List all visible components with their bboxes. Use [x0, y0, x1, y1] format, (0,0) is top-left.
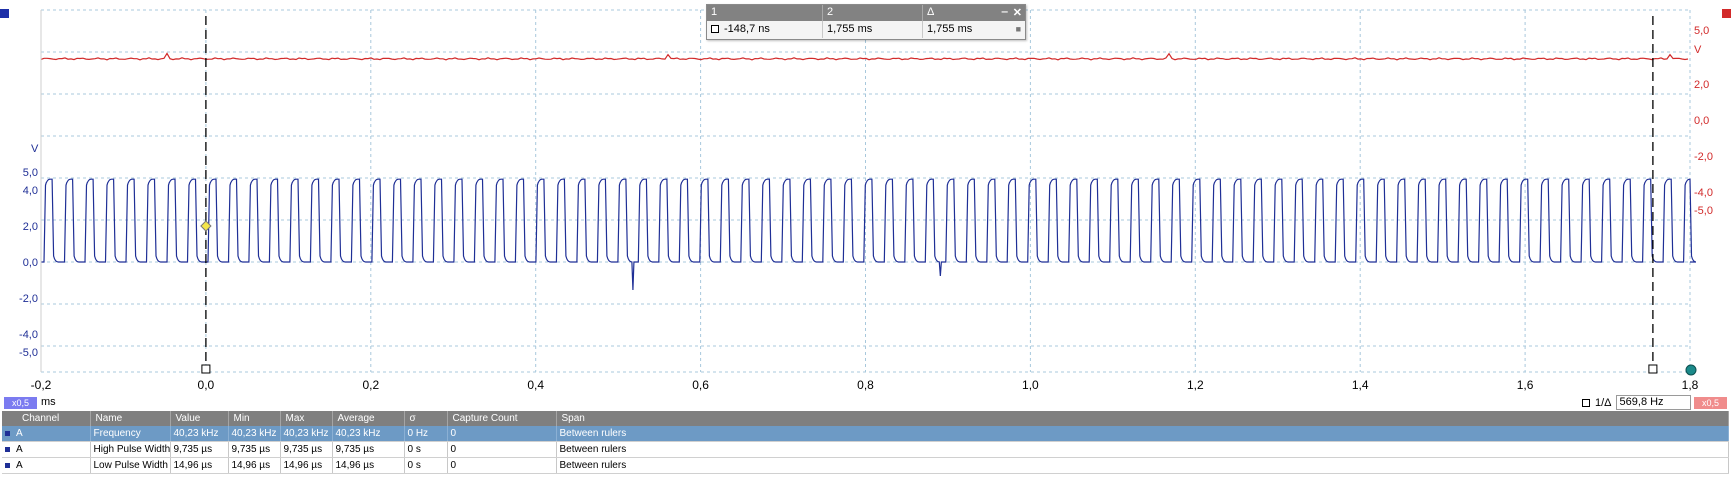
table-row[interactable]: A Frequency 40,23 kHz 40,23 kHz 40,23 kH… [2, 426, 1729, 442]
right-y-tick-label: -2,0 [1694, 151, 1713, 163]
x-tick-label: 1,2 [1187, 378, 1204, 392]
left-y-tick-label: -4,0 [19, 329, 38, 341]
x-tick-label: 1,6 [1517, 378, 1534, 392]
channel-color-icon [5, 446, 10, 452]
right-scale-chip[interactable]: x0,5 [1694, 397, 1727, 409]
row-sigma: 0 s [404, 441, 448, 458]
row-min: 9,735 µs [228, 441, 281, 458]
ruler-1-header: 1 [707, 5, 823, 21]
ruler-delta-value: 1,755 ms [927, 23, 973, 35]
x-tick-label: 0,4 [527, 378, 544, 392]
column-header-sigma[interactable]: σ [404, 411, 448, 426]
x-tick-label: 1,8 [1682, 378, 1699, 392]
column-header-max[interactable]: Max [280, 411, 333, 426]
row-min: 40,23 kHz [228, 426, 281, 442]
row-max: 9,735 µs [280, 441, 333, 458]
x-tick-label: 1,0 [1022, 378, 1039, 392]
ruler-delta-value-cell: 1,755 ms ■ [923, 21, 1025, 38]
row-channel-cell: A [2, 426, 91, 442]
frequency-readout-value: 569,8 Hz [1615, 395, 1691, 410]
row-channel-cell: A [2, 441, 91, 458]
row-average: 40,23 kHz [332, 426, 405, 442]
column-header-channel[interactable]: Channel [2, 411, 91, 426]
row-name: High Pulse Width [90, 441, 171, 458]
left-y-tick-label: 5,0 [23, 167, 38, 179]
ruler-2-header: 2 [823, 5, 923, 21]
ruler-handle-1 [201, 364, 211, 374]
left-channel-marker[interactable] [0, 9, 9, 18]
column-header-average[interactable]: Average [332, 411, 405, 426]
column-header-min[interactable]: Min [228, 411, 281, 426]
frequency-readout: 1/Δ 569,8 Hz [1582, 395, 1691, 410]
square-icon [1582, 398, 1590, 407]
minimize-icon[interactable]: ‒ [1002, 6, 1008, 21]
row-name: Low Pulse Width [90, 457, 171, 474]
left-y-tick-label: 0,0 [23, 257, 38, 269]
measurements-table[interactable]: Channel Name Value Min Max Average σ Cap… [2, 411, 1729, 474]
ruler-handle-2 [1648, 364, 1658, 374]
row-value: 14,96 µs [170, 457, 229, 474]
left-y-tick-label: -5,0 [19, 347, 38, 359]
x-tick-label: 1,4 [1352, 378, 1369, 392]
row-max: 40,23 kHz [280, 426, 333, 442]
row-average: 9,735 µs [332, 441, 405, 458]
left-scale-chip[interactable]: x0,5 [4, 397, 37, 409]
capture-end-marker-icon [1685, 364, 1697, 376]
square-icon [711, 25, 719, 34]
row-span: Between rulers [556, 441, 1729, 458]
row-capture-count: 0 [447, 426, 557, 442]
column-header-span[interactable]: Span [556, 411, 1729, 426]
column-header-value[interactable]: Value [170, 411, 229, 426]
row-span: Between rulers [556, 426, 1729, 442]
right-y-tick-label: 5,0 [1694, 25, 1709, 37]
row-capture-count: 0 [447, 457, 557, 474]
lock-icon[interactable]: ■ [1016, 21, 1025, 38]
row-min: 14,96 µs [228, 457, 281, 474]
x-tick-label: -0,2 [31, 378, 52, 392]
right-axis-unit: V [1694, 44, 1702, 56]
row-span: Between rulers [556, 457, 1729, 474]
ruler-1-value-cell: -148,7 ns [707, 21, 823, 38]
x-tick-label: 0,6 [692, 378, 709, 392]
right-y-tick-label: 0,0 [1694, 115, 1709, 127]
right-channel-marker[interactable] [1722, 9, 1731, 18]
row-value: 40,23 kHz [170, 426, 229, 442]
row-sigma: 0 s [404, 457, 448, 474]
left-axis-unit: V [31, 143, 39, 155]
row-name: Frequency [90, 426, 171, 442]
column-header-name[interactable]: Name [90, 411, 171, 426]
frequency-readout-label: 1/Δ [1595, 396, 1612, 409]
row-capture-count: 0 [447, 441, 557, 458]
table-row[interactable]: A Low Pulse Width 14,96 µs 14,96 µs 14,9… [2, 457, 1729, 474]
row-channel-cell: A [2, 457, 91, 474]
x-tick-label: 0,0 [198, 378, 215, 392]
ruler-1-value: -148,7 ns [724, 23, 770, 35]
channel-color-icon [5, 462, 10, 468]
column-header-capture-count[interactable]: Capture Count [447, 411, 557, 426]
row-average: 14,96 µs [332, 457, 405, 474]
right-y-tick-label: -4,0 [1694, 187, 1713, 199]
row-sigma: 0 Hz [404, 426, 448, 442]
x-unit-label: ms [41, 396, 56, 408]
close-icon[interactable]: ✕ [1013, 6, 1022, 21]
left-y-tick-label: 4,0 [23, 185, 38, 197]
x-tick-label: 0,8 [857, 378, 874, 392]
right-y-tick-label: 2,0 [1694, 79, 1709, 91]
oscilloscope-plot[interactable]: -0,2 0,0 0,2 0,4 0,6 0,8 1,0 1,2 1,4 1,6 1,8 V 5,0 4,… [0, 0, 1731, 481]
left-y-tick-label: 2,0 [23, 221, 38, 233]
row-max: 14,96 µs [280, 457, 333, 474]
ruler-delta-header: Δ ‒ ✕ [927, 6, 1022, 21]
table-row[interactable]: A High Pulse Width 9,735 µs 9,735 µs 9,7… [2, 441, 1729, 458]
ruler-readout-panel[interactable]: 1 2 Δ ‒ ✕ -148,7 ns 1,755 ms 1,755 ms ■ [706, 4, 1026, 40]
left-y-tick-label: -2,0 [19, 293, 38, 305]
x-tick-label: 0,2 [362, 378, 379, 392]
right-y-tick-label: -5,0 [1694, 205, 1713, 217]
ruler-2-value: 1,755 ms [823, 21, 923, 38]
row-value: 9,735 µs [170, 441, 229, 458]
channel-color-icon [5, 430, 10, 436]
measurements-header-row: Channel Name Value Min Max Average σ Cap… [2, 411, 1729, 426]
